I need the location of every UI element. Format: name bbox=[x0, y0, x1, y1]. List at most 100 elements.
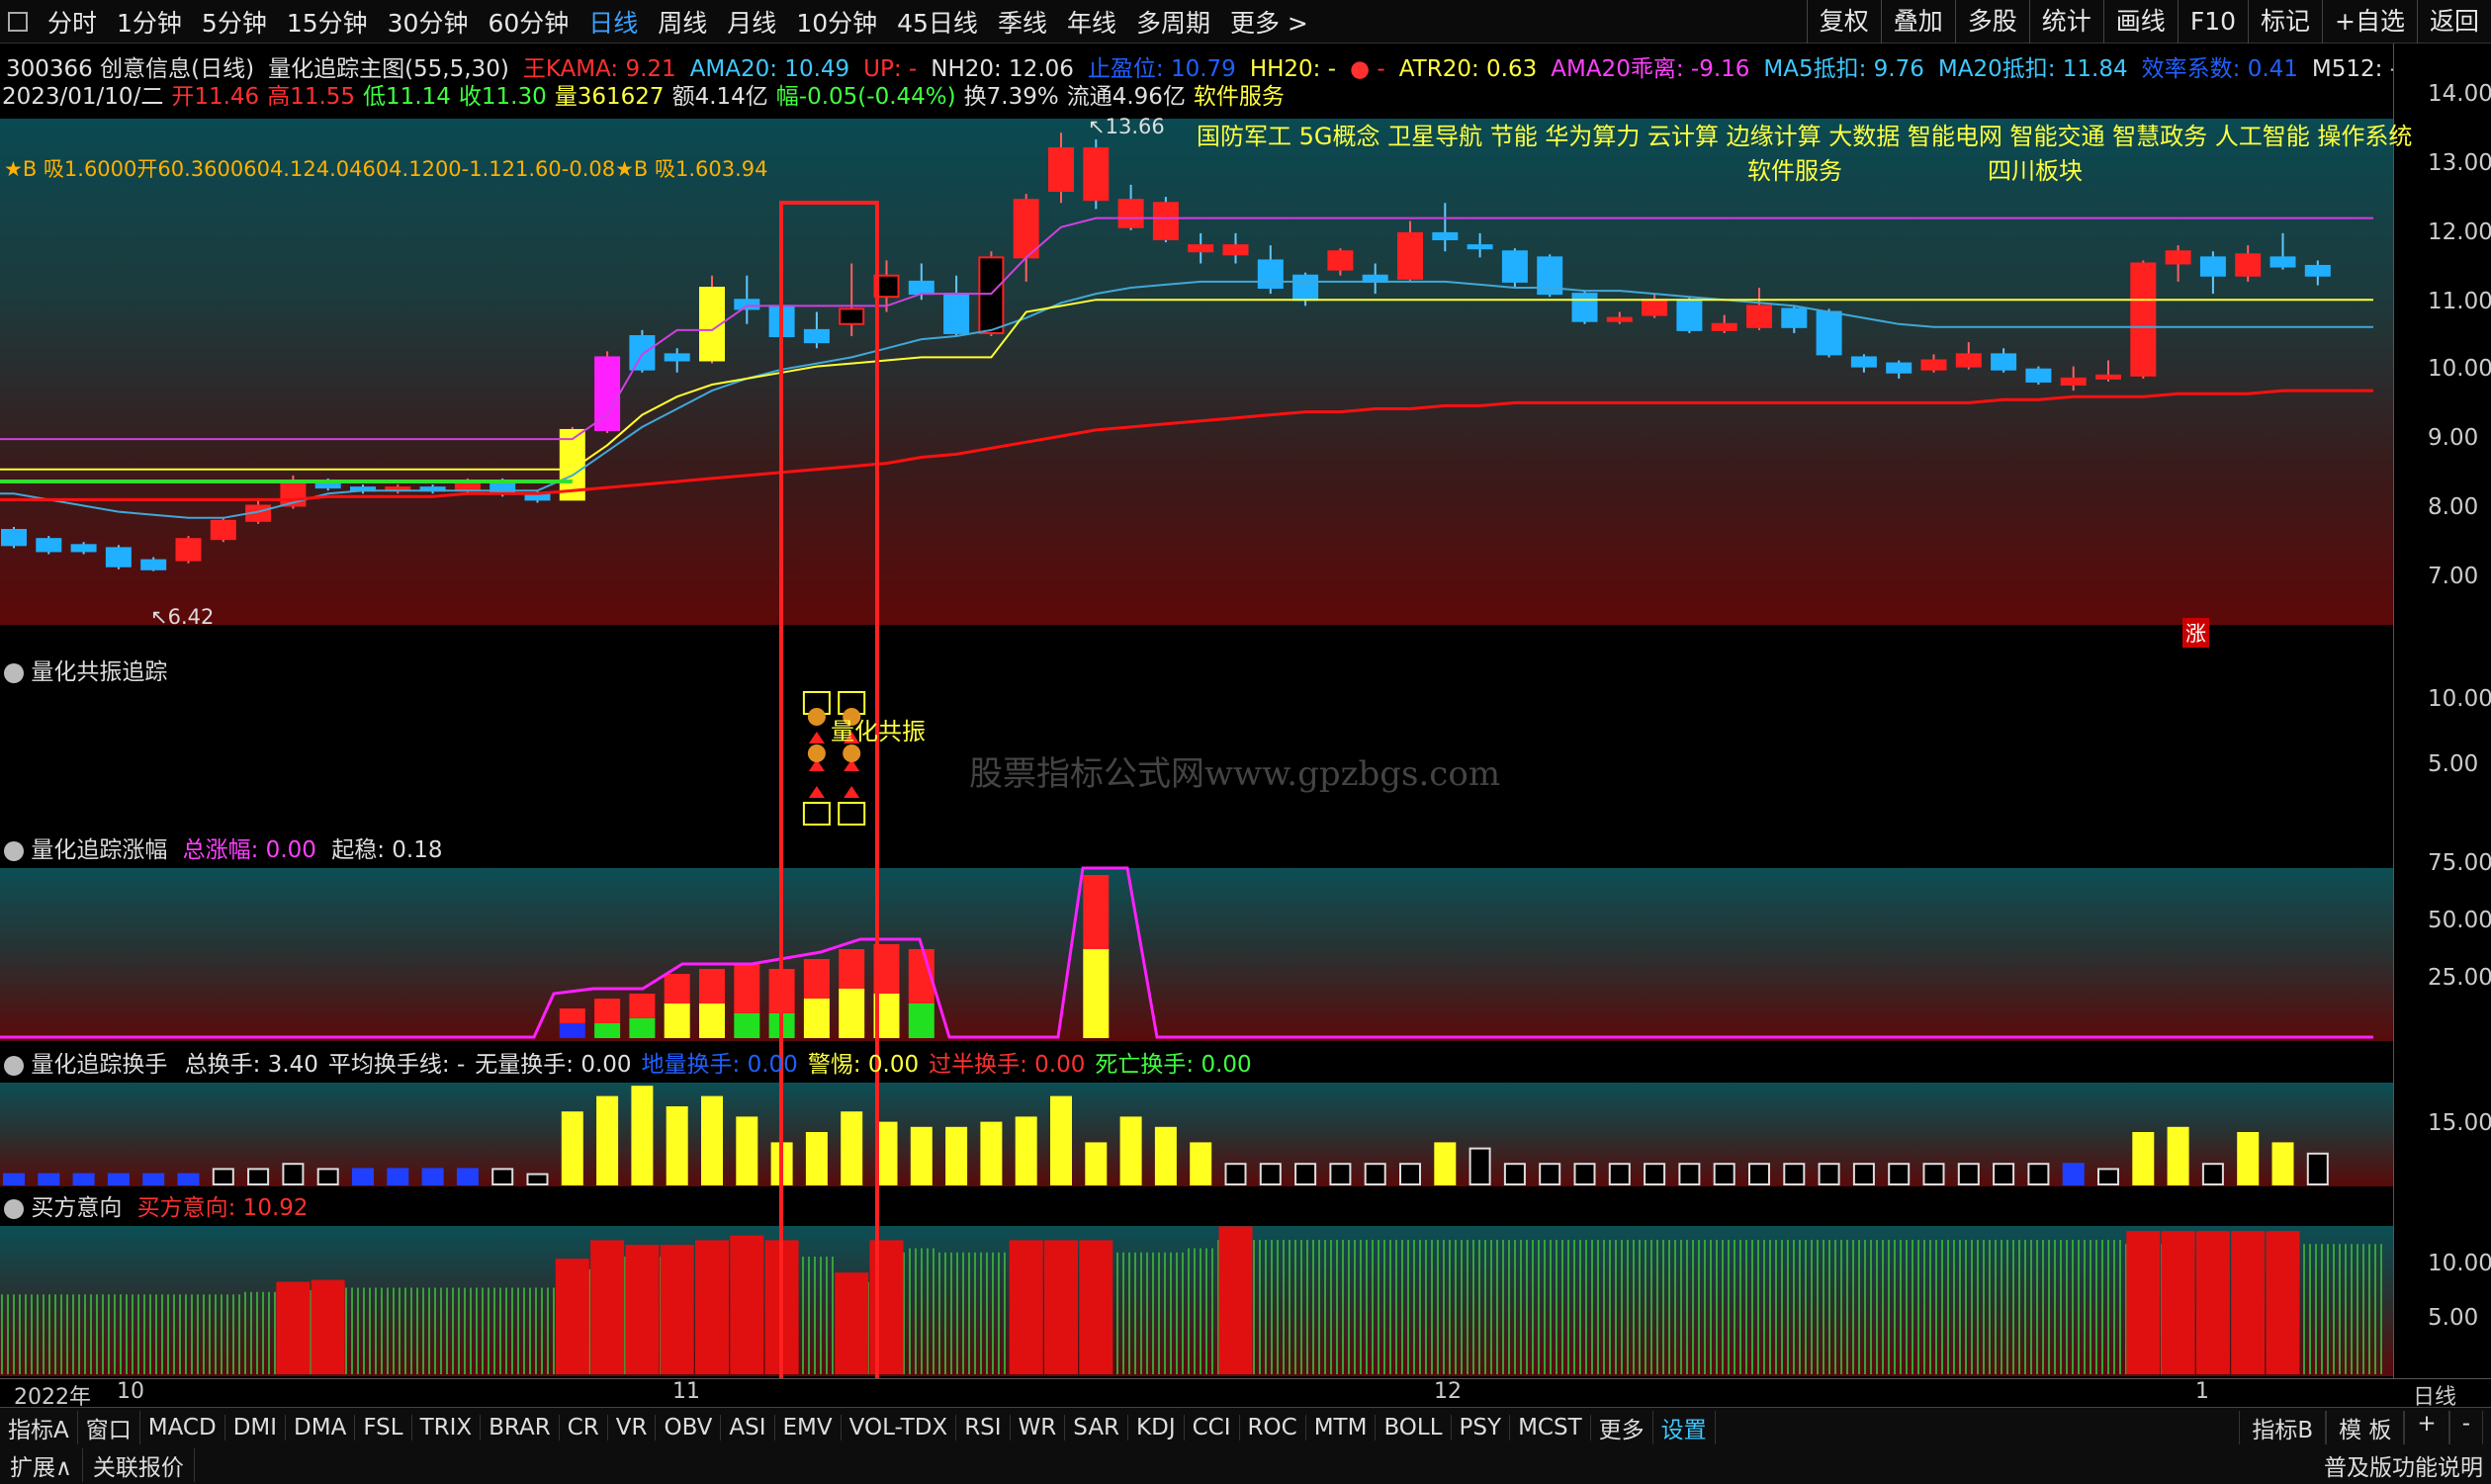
turnover-bar bbox=[352, 1168, 374, 1186]
collapse-icon[interactable] bbox=[4, 662, 24, 683]
y-tick-label: 11.00 bbox=[2428, 289, 2491, 314]
turnover-bar bbox=[1434, 1142, 1457, 1186]
indicator-tab-4[interactable]: DMA bbox=[286, 1414, 356, 1440]
candle-body bbox=[2165, 250, 2191, 265]
candle-body bbox=[1013, 199, 1039, 259]
turnover-bar bbox=[1190, 1142, 1212, 1186]
candle-body bbox=[664, 353, 690, 362]
status-item-1[interactable]: 关联报价 bbox=[83, 1448, 195, 1482]
buy-intent-bar bbox=[695, 1240, 729, 1374]
zhang-badge: 涨 bbox=[2182, 618, 2209, 648]
buy-intent-bar bbox=[835, 1272, 869, 1374]
candle-body bbox=[1467, 244, 1493, 250]
buy-intent-bar bbox=[1044, 1240, 1078, 1374]
turnover-bar bbox=[142, 1173, 165, 1185]
candle-body bbox=[1188, 244, 1214, 253]
rise-bar bbox=[734, 964, 760, 1013]
turnover-bar bbox=[1294, 1163, 1317, 1185]
indicator-tab-2[interactable]: MACD bbox=[140, 1414, 225, 1440]
indicator-right-2[interactable]: + bbox=[2404, 1410, 2449, 1444]
toolbar-button-8[interactable]: 返回 bbox=[2416, 0, 2491, 44]
indicator-tab-10[interactable]: OBV bbox=[656, 1414, 722, 1440]
indicator-tab-5[interactable]: FSL bbox=[355, 1414, 412, 1440]
turnover-bar bbox=[1050, 1095, 1072, 1185]
candle-body bbox=[2269, 256, 2296, 268]
indicator-tab-18[interactable]: CCI bbox=[1185, 1414, 1240, 1440]
pane4-header: 买方意向 买方意向: 10.92 bbox=[4, 1188, 309, 1222]
collapse-icon[interactable] bbox=[4, 1055, 24, 1076]
indicator-tab-7[interactable]: BRAR bbox=[481, 1414, 560, 1440]
buy-intent-bar bbox=[2195, 1231, 2230, 1374]
indicator-tab-9[interactable]: VR bbox=[608, 1414, 657, 1440]
y-tick-label: 5.00 bbox=[2428, 1305, 2479, 1331]
buy-intent-bar bbox=[590, 1240, 625, 1374]
indicator-tab-1[interactable]: 窗口 bbox=[78, 1410, 140, 1444]
main-candlestick-chart[interactable] bbox=[0, 0, 2393, 1407]
candle-body bbox=[1257, 259, 1284, 289]
indicator-tab-12[interactable]: EMV bbox=[775, 1414, 842, 1440]
collapse-icon[interactable] bbox=[4, 1198, 24, 1219]
turnover-bar bbox=[631, 1086, 654, 1185]
turnover-bar bbox=[282, 1163, 305, 1185]
turnover-bar bbox=[561, 1111, 583, 1185]
help-link[interactable]: 普及版功能说明 bbox=[2324, 1448, 2483, 1482]
pane2-background bbox=[0, 868, 2393, 1041]
indicator-tab-14[interactable]: RSI bbox=[956, 1414, 1011, 1440]
turnover-bar bbox=[3, 1173, 25, 1185]
rise-bar bbox=[594, 999, 621, 1023]
rise-bar bbox=[559, 1008, 585, 1023]
indicator-tab-25[interactable]: 设置 bbox=[1653, 1410, 1716, 1444]
indicator-tab-3[interactable]: DMI bbox=[225, 1414, 287, 1440]
status-item-0[interactable]: 扩展∧ bbox=[0, 1448, 83, 1482]
indicator-tab-17[interactable]: KDJ bbox=[1128, 1414, 1185, 1440]
turnover-bar bbox=[107, 1173, 130, 1185]
candle-body bbox=[2199, 256, 2226, 277]
concept-tag-software: 软件服务 bbox=[1747, 157, 1842, 185]
turnover-bar bbox=[1748, 1163, 1770, 1185]
buy-annotation: ★B 吸1.6000开60.3600604.124.04604.1200-1.1… bbox=[4, 157, 768, 181]
indicator-tab-16[interactable]: SAR bbox=[1065, 1414, 1129, 1440]
turnover-bar bbox=[2271, 1142, 2294, 1186]
indicator-tab-22[interactable]: PSY bbox=[1452, 1414, 1511, 1440]
indicator-tab-11[interactable]: ASI bbox=[721, 1414, 775, 1440]
indicator-tab-15[interactable]: WR bbox=[1011, 1414, 1066, 1440]
indicator-tab-13[interactable]: VOL-TDX bbox=[842, 1414, 957, 1440]
indicator-tab-6[interactable]: TRIX bbox=[412, 1414, 482, 1440]
candle-body bbox=[2060, 377, 2087, 386]
buy-intent-bar bbox=[730, 1235, 764, 1374]
candle-body bbox=[1642, 299, 1668, 316]
indicator-right-group: 指标B 模 板 + - bbox=[2231, 1410, 2491, 1444]
indicator-tab-24[interactable]: 更多 bbox=[1591, 1410, 1653, 1444]
indicator-right-1[interactable]: 模 板 bbox=[2326, 1410, 2405, 1444]
y-tick-label: 5.00 bbox=[2428, 751, 2479, 777]
candle-body bbox=[1048, 147, 1074, 192]
date-axis: 2022年 10 11 12 1 日线 bbox=[0, 1378, 2491, 1410]
indicator-right-3[interactable]: - bbox=[2448, 1410, 2483, 1444]
turnover-bar bbox=[421, 1168, 444, 1186]
indicator-tabs: 指标A 窗口 MACD DMI DMA FSL TRIX BRAR CR VR OBV ASI EMV V… bbox=[0, 1407, 2491, 1446]
turnover-bar bbox=[72, 1173, 95, 1185]
turnover-bar bbox=[2201, 1163, 2224, 1185]
turnover-bar bbox=[701, 1095, 723, 1185]
turnover-bar bbox=[2027, 1163, 2050, 1185]
turnover-bar bbox=[1224, 1163, 1247, 1185]
indicator-right-0[interactable]: 指标B bbox=[2239, 1410, 2327, 1444]
turnover-bar bbox=[1644, 1163, 1666, 1185]
indicator-tab-0[interactable]: 指标A bbox=[0, 1410, 78, 1444]
collapse-icon[interactable] bbox=[4, 840, 24, 861]
turnover-bar bbox=[945, 1126, 968, 1186]
turnover-bar bbox=[666, 1106, 688, 1185]
indicator-tab-19[interactable]: ROC bbox=[1240, 1414, 1306, 1440]
pane3-title: 量化追踪换手 bbox=[31, 1052, 168, 1078]
rise-bar bbox=[559, 1023, 585, 1038]
buy-intent-bar bbox=[2266, 1231, 2300, 1374]
buy-intent-bar bbox=[1218, 1226, 1253, 1374]
indicator-tab-23[interactable]: MCST bbox=[1510, 1414, 1591, 1440]
indicator-tab-21[interactable]: BOLL bbox=[1376, 1414, 1452, 1440]
y-tick-label: 13.00 bbox=[2428, 150, 2491, 176]
indicator-tab-20[interactable]: MTM bbox=[1306, 1414, 1377, 1440]
indicator-tab-8[interactable]: CR bbox=[560, 1414, 608, 1440]
buy-intent-bar bbox=[660, 1245, 694, 1374]
buy-intent-bar bbox=[2126, 1231, 2161, 1374]
turnover-bar bbox=[1783, 1163, 1806, 1185]
